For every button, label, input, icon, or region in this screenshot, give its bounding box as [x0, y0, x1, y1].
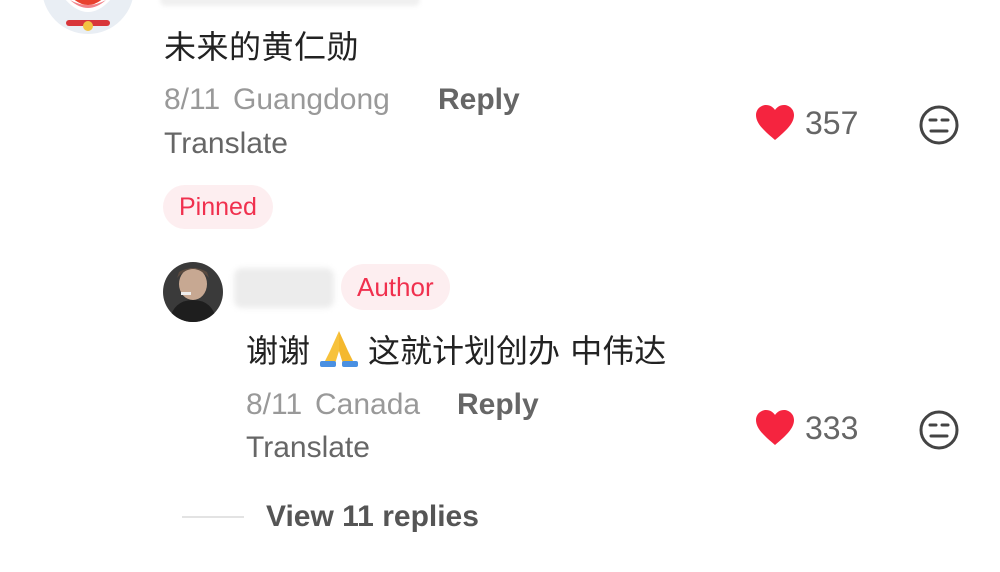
praying-hands-emoji [320, 331, 359, 367]
reply-location: Canada [315, 388, 421, 421]
comment-like-button[interactable]: 357 [755, 104, 858, 142]
view-replies-label: View 11 replies [266, 500, 479, 533]
comment-date: 8/11 [164, 83, 221, 116]
author-badge: Author [341, 264, 450, 310]
comment-like-count: 357 [805, 104, 859, 141]
reply-text: 谢谢 这就计划创办 中伟达 [246, 326, 666, 372]
heart-icon [756, 105, 794, 140]
commenter-name-redacted [160, 0, 420, 6]
reply-text-after: 这就计划创办 中伟达 [368, 332, 667, 370]
reply-date: 8/11 [246, 388, 303, 421]
comment-translate-button[interactable]: Translate [164, 127, 288, 161]
reply-author-name-redacted [234, 268, 334, 308]
comment-location: Guangdong [233, 83, 390, 116]
pinned-badge: Pinned [163, 185, 273, 229]
comment-thread: 未来的黄仁勋 8/11 Guangdong Reply Translate 35… [0, 0, 1000, 572]
reply-text-before: 谢谢 [246, 332, 311, 370]
reply-like-button[interactable]: 333 [755, 409, 858, 447]
view-replies-button[interactable]: View 11 replies [182, 500, 479, 534]
heart-icon [756, 410, 794, 445]
neutral-face-icon[interactable] [918, 104, 960, 146]
reply-reply-button[interactable]: Reply [457, 388, 539, 422]
neutral-face-icon[interactable] [918, 409, 960, 451]
commenter-avatar[interactable] [40, 0, 136, 44]
comment-reply-button[interactable]: Reply [438, 83, 520, 117]
comment-text: 未来的黄仁勋 [164, 28, 360, 66]
reply-like-count: 333 [805, 409, 859, 446]
reply-translate-button[interactable]: Translate [246, 431, 370, 465]
divider [182, 516, 244, 518]
reply-author-avatar[interactable] [163, 262, 223, 322]
